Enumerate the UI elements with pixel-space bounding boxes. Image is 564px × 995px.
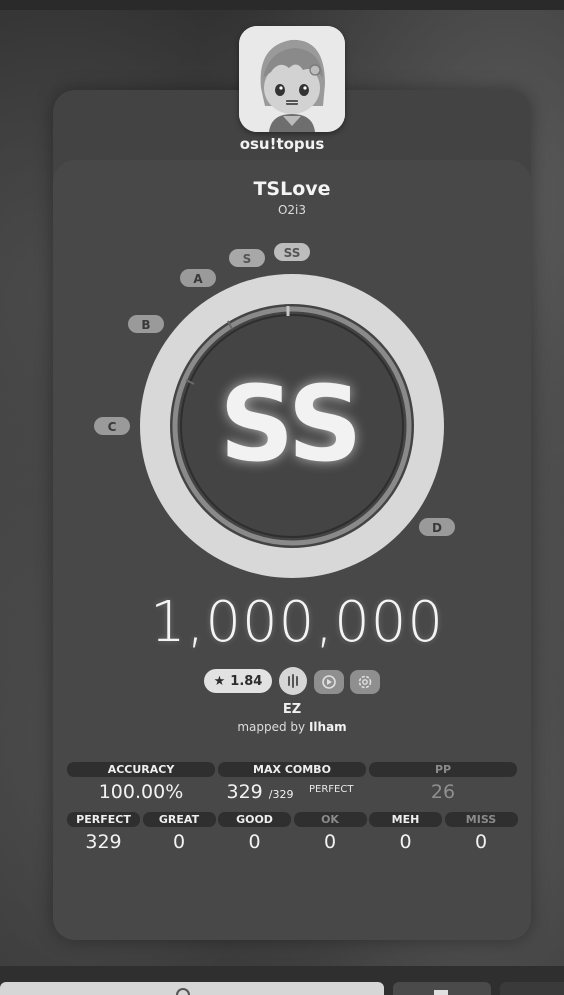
rank-marker-d: D (419, 518, 455, 536)
max-combo-value-group: 329 /329 (210, 781, 310, 803)
judgement-label-miss: MISS (444, 812, 518, 827)
mapper-name[interactable]: Ilham (309, 720, 347, 734)
rank-ss-glyph: SS (219, 363, 362, 485)
footer-secondary-icon (434, 990, 448, 995)
svg-text:D: D (432, 521, 442, 535)
star-icon: ★ (213, 673, 226, 689)
max-combo-value: 329 (226, 781, 263, 803)
accuracy-value: 100.00% (98, 781, 184, 803)
customise-mod-icon[interactable] (350, 670, 380, 694)
svg-text:A: A (193, 272, 203, 286)
svg-text:C: C (108, 420, 117, 434)
replay-icon (176, 988, 190, 995)
rank-marker-s: S (229, 249, 265, 267)
rank-marker-c: C (94, 417, 130, 435)
star-rating-badge: ★ 1.84 (204, 669, 272, 693)
rank-accuracy-circle: SS SS S A B C D (94, 243, 455, 578)
star-rating-value: 1.84 (230, 673, 263, 689)
total-score: 1,000,000 (149, 590, 444, 655)
pp-value: 26 (430, 781, 456, 803)
max-combo-perfect-flag: PERFECT (309, 784, 354, 795)
svg-text:S: S (243, 252, 252, 266)
autoplay-mod-icon[interactable] (314, 670, 344, 694)
svg-text:B: B (141, 318, 150, 332)
mapped-by-label: mapped by (237, 720, 306, 734)
rank-marker-b: B (128, 315, 164, 333)
judgement-value-perfect: 329 (85, 831, 122, 853)
judgement-value-good: 0 (248, 831, 261, 853)
footer-button-tertiary[interactable] (500, 982, 564, 995)
max-combo-label: MAX COMBO (218, 762, 366, 777)
svg-text:SS: SS (284, 246, 301, 260)
retry-button[interactable] (0, 982, 384, 995)
max-combo-total: /329 (268, 788, 294, 801)
difficulty-name: EZ (282, 702, 302, 717)
judgement-label-perfect: PERFECT (67, 812, 140, 827)
mania-ruleset-icon[interactable] (279, 667, 307, 695)
accuracy-label: ACCURACY (67, 762, 215, 777)
judgement-value-meh: 0 (399, 831, 412, 853)
judgement-value-ok: 0 (323, 831, 337, 853)
rank-ss-text: SS (219, 363, 360, 485)
judgement-label-ok: OK (293, 812, 367, 827)
judgement-label-meh: MEH (369, 812, 442, 827)
judgement-value-great: 0 (172, 831, 186, 853)
rank-marker-a: A (180, 269, 216, 287)
mapper-line: mapped by Ilham (0, 720, 564, 734)
pp-label: PP (369, 762, 517, 777)
rank-marker-ss: SS (274, 243, 310, 261)
judgement-value-miss: 0 (474, 831, 488, 853)
judgement-label-great: GREAT (142, 812, 216, 827)
judgement-label-good: GOOD (218, 812, 291, 827)
